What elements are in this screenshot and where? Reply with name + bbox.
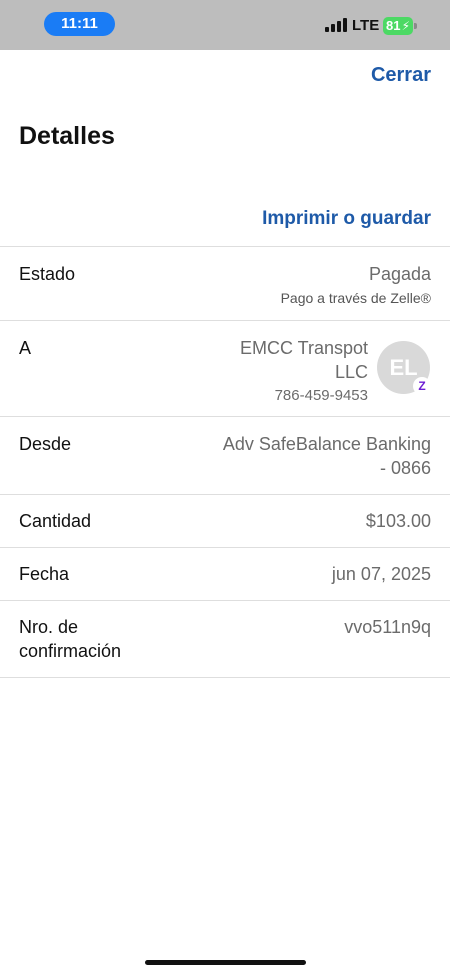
detail-row-estado: Estado Pagada Pago a través de Zelle® xyxy=(0,246,450,320)
source-account: Adv SafeBalance Banking - 0866 xyxy=(223,432,431,480)
row-label: Desde xyxy=(19,434,72,454)
zelle-icon: Z xyxy=(413,377,431,395)
divider xyxy=(0,677,450,678)
status-bar: 11:11 LTE 81 ⚡ xyxy=(0,0,450,50)
recipient-name-line2: LLC xyxy=(334,362,368,382)
avatar-initials: EL xyxy=(389,355,418,380)
row-label: Fecha xyxy=(19,564,70,584)
charging-bolt-icon: ⚡ xyxy=(401,19,410,33)
avatar: EL Z xyxy=(377,341,431,395)
confirmation-label-line1: Nro. de xyxy=(19,617,79,637)
amount-value: $103.00 xyxy=(365,511,431,531)
recipient-name-line1: EMCC Transpot xyxy=(239,338,368,358)
print-or-save-button[interactable]: Imprimir o guardar xyxy=(262,208,431,230)
date-value: jun 07, 2025 xyxy=(331,564,431,584)
home-indicator[interactable] xyxy=(145,960,306,965)
confirmation-label-line2: confirmación xyxy=(19,641,122,661)
battery-icon: 81 ⚡ xyxy=(383,17,417,35)
page-title: Detalles xyxy=(19,122,115,150)
detail-row-amount: Cantidad $103.00 xyxy=(0,494,450,547)
detail-row-from: Desde Adv SafeBalance Banking - 0866 xyxy=(0,416,450,494)
detail-row-confirmation: Nro. de confirmación vvo511n9q xyxy=(0,600,450,677)
row-label: Nro. de confirmación xyxy=(19,615,121,663)
recipient-info: EMCC Transpot LLC 786-459-9453 xyxy=(240,336,368,406)
row-label: A xyxy=(19,338,32,358)
status-time[interactable]: 11:11 xyxy=(44,12,115,36)
signal-icon xyxy=(325,18,347,32)
source-account-line2: - 0866 xyxy=(379,458,431,478)
detail-row-date: Fecha jun 07, 2025 xyxy=(0,547,450,600)
recipient-phone: 786-459-9453 xyxy=(274,387,368,404)
source-account-line1: Adv SafeBalance Banking xyxy=(222,434,431,454)
payment-status: Pagada Pago a través de Zelle® xyxy=(281,262,431,308)
row-label: Cantidad xyxy=(19,511,92,531)
detail-row-recipient: A EMCC Transpot LLC 786-459-9453 EL Z xyxy=(0,320,450,416)
close-button[interactable]: Cerrar xyxy=(371,64,431,87)
network-label: LTE xyxy=(352,17,380,34)
confirmation-number[interactable]: vvo511n9q xyxy=(344,615,431,639)
payment-method-note: Pago a través de Zelle® xyxy=(280,290,431,306)
battery-level: 81 xyxy=(386,18,401,33)
status-value: Pagada xyxy=(368,264,431,284)
row-label: Estado xyxy=(19,264,76,284)
